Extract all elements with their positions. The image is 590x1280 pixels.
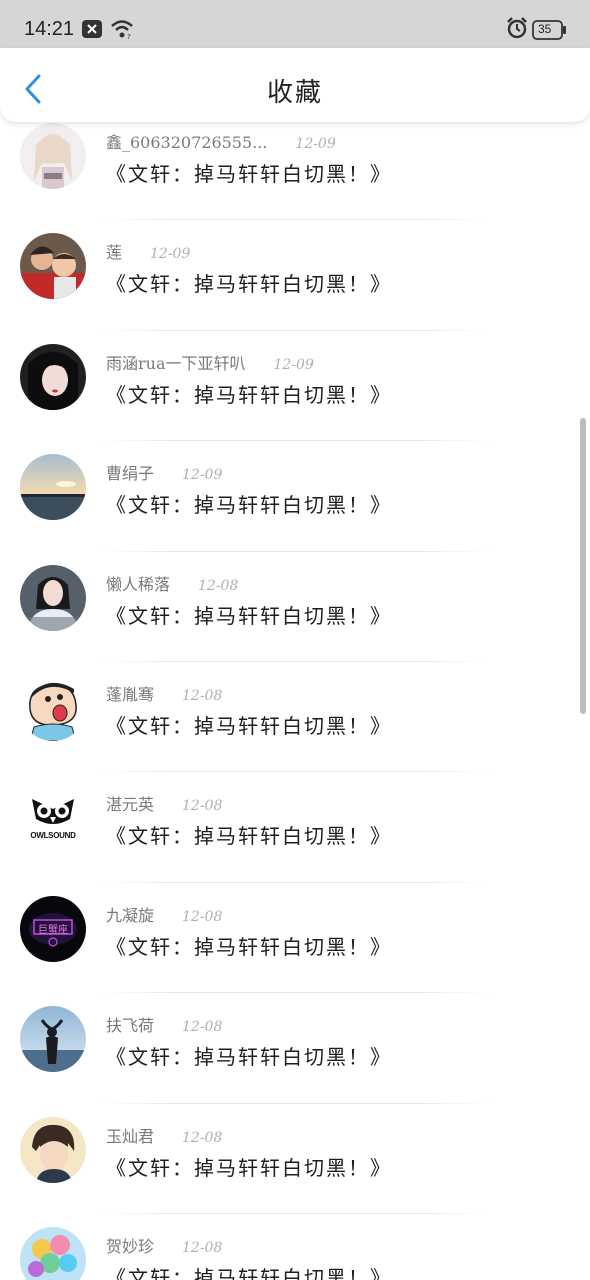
avatar[interactable] <box>20 1226 86 1280</box>
item-meta: 贺妙珍 12-08 <box>106 1233 222 1257</box>
avatar[interactable] <box>20 454 86 521</box>
item-date: 12-09 <box>295 136 336 152</box>
status-time: 14:21 <box>24 18 75 40</box>
item-title[interactable]: 《文轩：掉马轩轩白切黑！》 <box>106 710 392 739</box>
list-item[interactable]: OWLSOUND 湛元英 12-08 《文轩：掉马轩轩白切黑！》 <box>0 772 590 883</box>
item-title[interactable]: 《文轩：掉马轩轩白切黑！》 <box>106 1262 392 1280</box>
avatar-text: OWLSOUND <box>30 831 76 841</box>
item-title[interactable]: 《文轩：掉马轩轩白切黑！》 <box>106 820 392 849</box>
author-name: 玉灿君 <box>106 1126 155 1146</box>
item-meta: 鑫_606320726555... 12-09 <box>106 129 336 153</box>
item-meta: 湛元英 12-08 <box>106 791 222 815</box>
item-meta: 九凝旋 12-08 <box>106 902 222 926</box>
item-date: 12-09 <box>150 246 191 263</box>
battery-level: 35 <box>538 22 552 36</box>
item-date: 12-08 <box>198 577 239 594</box>
scrollbar[interactable] <box>580 418 586 714</box>
avatar[interactable]: OWLSOUND <box>20 785 86 852</box>
alarm-icon <box>506 17 528 43</box>
avatar-text: 巨蟹座 <box>38 924 68 936</box>
list-item[interactable]: 懒人稀落 12-08 《文轩：掉马轩轩白切黑！》 <box>0 552 590 662</box>
page-title: 收藏 <box>266 78 323 108</box>
avatar[interactable]: 巨蟹座 <box>20 895 86 962</box>
item-meta: 曹绢子 12-09 <box>106 460 222 484</box>
list-item[interactable]: 贺妙珍 12-08 《文轩：掉马轩轩白切黑！》 <box>0 1214 590 1280</box>
author-name: 湛元英 <box>106 795 155 815</box>
app-header: 收藏 <box>0 48 590 122</box>
avatar[interactable] <box>20 564 86 631</box>
item-date: 12-09 <box>273 356 314 373</box>
item-date: 12-08 <box>182 1239 223 1256</box>
author-name: 贺妙珍 <box>106 1236 155 1256</box>
item-date: 12-08 <box>182 1129 223 1146</box>
item-title[interactable]: 《文轩：掉马轩轩白切黑！》 <box>106 931 392 960</box>
list-item[interactable]: 扶飞荷 12-08 《文轩：掉马轩轩白切黑！》 <box>0 993 590 1104</box>
item-title[interactable]: 《文轩：掉马轩轩白切黑！》 <box>106 158 392 187</box>
item-title[interactable]: 《文轩：掉马轩轩白切黑！》 <box>106 1041 392 1070</box>
avatar[interactable] <box>20 1116 86 1183</box>
item-meta: 雨涵rua一下亚轩叭 12-09 <box>106 350 314 374</box>
list-item[interactable]: 鑫_606320726555... 12-09 《文轩：掉马轩轩白切黑！》 <box>0 122 590 221</box>
item-date: 12-08 <box>182 798 223 815</box>
list-item[interactable]: 莲 12-09 《文轩：掉马轩轩白切黑！》 <box>0 220 590 331</box>
list-item[interactable]: 巨蟹座 九凝旋 12-08 《文轩：掉马轩轩白切黑！》 <box>0 883 590 994</box>
author-name: 鑫_606320726555... <box>106 133 268 152</box>
list-item[interactable]: 曹绢子 12-09 《文轩：掉马轩轩白切黑！》 <box>0 441 590 552</box>
item-meta: 懒人稀落 12-08 <box>106 571 238 595</box>
item-date: 12-08 <box>182 1019 223 1036</box>
list-item[interactable]: 雨涵rua一下亚轩叭 12-09 《文轩：掉马轩轩白切黑！》 <box>0 331 590 442</box>
author-name: 曹绢子 <box>106 464 155 484</box>
author-name: 扶飞荷 <box>106 1016 155 1036</box>
battery-icon: 35 <box>532 20 566 44</box>
favorites-list[interactable]: 鑫_606320726555... 12-09 《文轩：掉马轩轩白切黑！》莲 12-0… <box>0 122 590 1280</box>
item-meta: 玉灿君 12-08 <box>106 1123 222 1147</box>
list-item[interactable]: 玉灿君 12-08 《文轩：掉马轩轩白切黑！》 <box>0 1104 590 1214</box>
status-bar: 14:21 ? 35 <box>0 0 590 48</box>
item-date: 12-08 <box>182 687 223 704</box>
notification-close-icon <box>82 20 102 42</box>
item-title[interactable]: 《文轩：掉马轩轩白切黑！》 <box>106 379 392 408</box>
author-name: 蓬胤骞 <box>106 684 155 704</box>
item-meta: 莲 12-09 <box>106 239 190 263</box>
wifi-icon: ? <box>110 18 134 44</box>
item-title[interactable]: 《文轩：掉马轩轩白切黑！》 <box>106 600 392 629</box>
avatar[interactable] <box>20 674 86 741</box>
author-name: 九凝旋 <box>106 905 155 925</box>
item-title[interactable]: 《文轩：掉马轩轩白切黑！》 <box>106 1152 392 1181</box>
avatar[interactable] <box>20 1006 86 1073</box>
item-title[interactable]: 《文轩：掉马轩轩白切黑！》 <box>106 489 392 518</box>
svg-text:?: ? <box>127 33 131 40</box>
author-name: 雨涵rua一下亚轩叭 <box>106 353 246 373</box>
author-name: 莲 <box>106 243 123 263</box>
avatar[interactable] <box>20 123 86 189</box>
item-date: 12-08 <box>182 908 223 925</box>
author-name: 懒人稀落 <box>106 574 171 594</box>
item-date: 12-09 <box>182 467 223 484</box>
item-title[interactable]: 《文轩：掉马轩轩白切黑！》 <box>106 268 392 297</box>
item-meta: 扶飞荷 12-08 <box>106 1012 222 1036</box>
list-item[interactable]: 蓬胤骞 12-08 《文轩：掉马轩轩白切黑！》 <box>0 662 590 773</box>
avatar[interactable] <box>20 233 86 300</box>
avatar[interactable] <box>20 343 86 410</box>
item-meta: 蓬胤骞 12-08 <box>106 681 222 705</box>
